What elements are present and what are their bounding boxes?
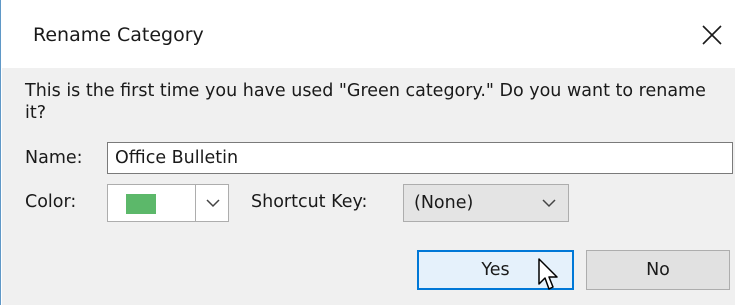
chevron-down-icon (205, 199, 220, 208)
shortcut-key-label: Shortcut Key: (251, 192, 368, 212)
name-label: Name: (25, 148, 83, 168)
dialog-body: This is the first time you have used "Gr… (2, 68, 735, 305)
color-swatch (126, 194, 156, 214)
color-label: Color: (25, 192, 77, 212)
message-text: This is the first time you have used "Gr… (25, 81, 706, 123)
shortcut-key-select[interactable]: (None) (403, 184, 569, 222)
dialog-title: Rename Category (33, 24, 204, 46)
no-button[interactable]: No (586, 250, 730, 290)
yes-button[interactable]: Yes (417, 250, 574, 290)
name-field[interactable] (107, 142, 733, 174)
color-dropdown-button[interactable] (195, 185, 229, 221)
title-bar: Rename Category (1, 0, 736, 68)
rename-category-dialog: Rename Category This is the first time y… (0, 0, 736, 305)
shortcut-key-value: (None) (414, 193, 474, 213)
color-picker[interactable] (107, 184, 229, 222)
chevron-down-icon (542, 199, 556, 208)
close-button[interactable] (697, 18, 727, 52)
close-icon (702, 25, 722, 45)
